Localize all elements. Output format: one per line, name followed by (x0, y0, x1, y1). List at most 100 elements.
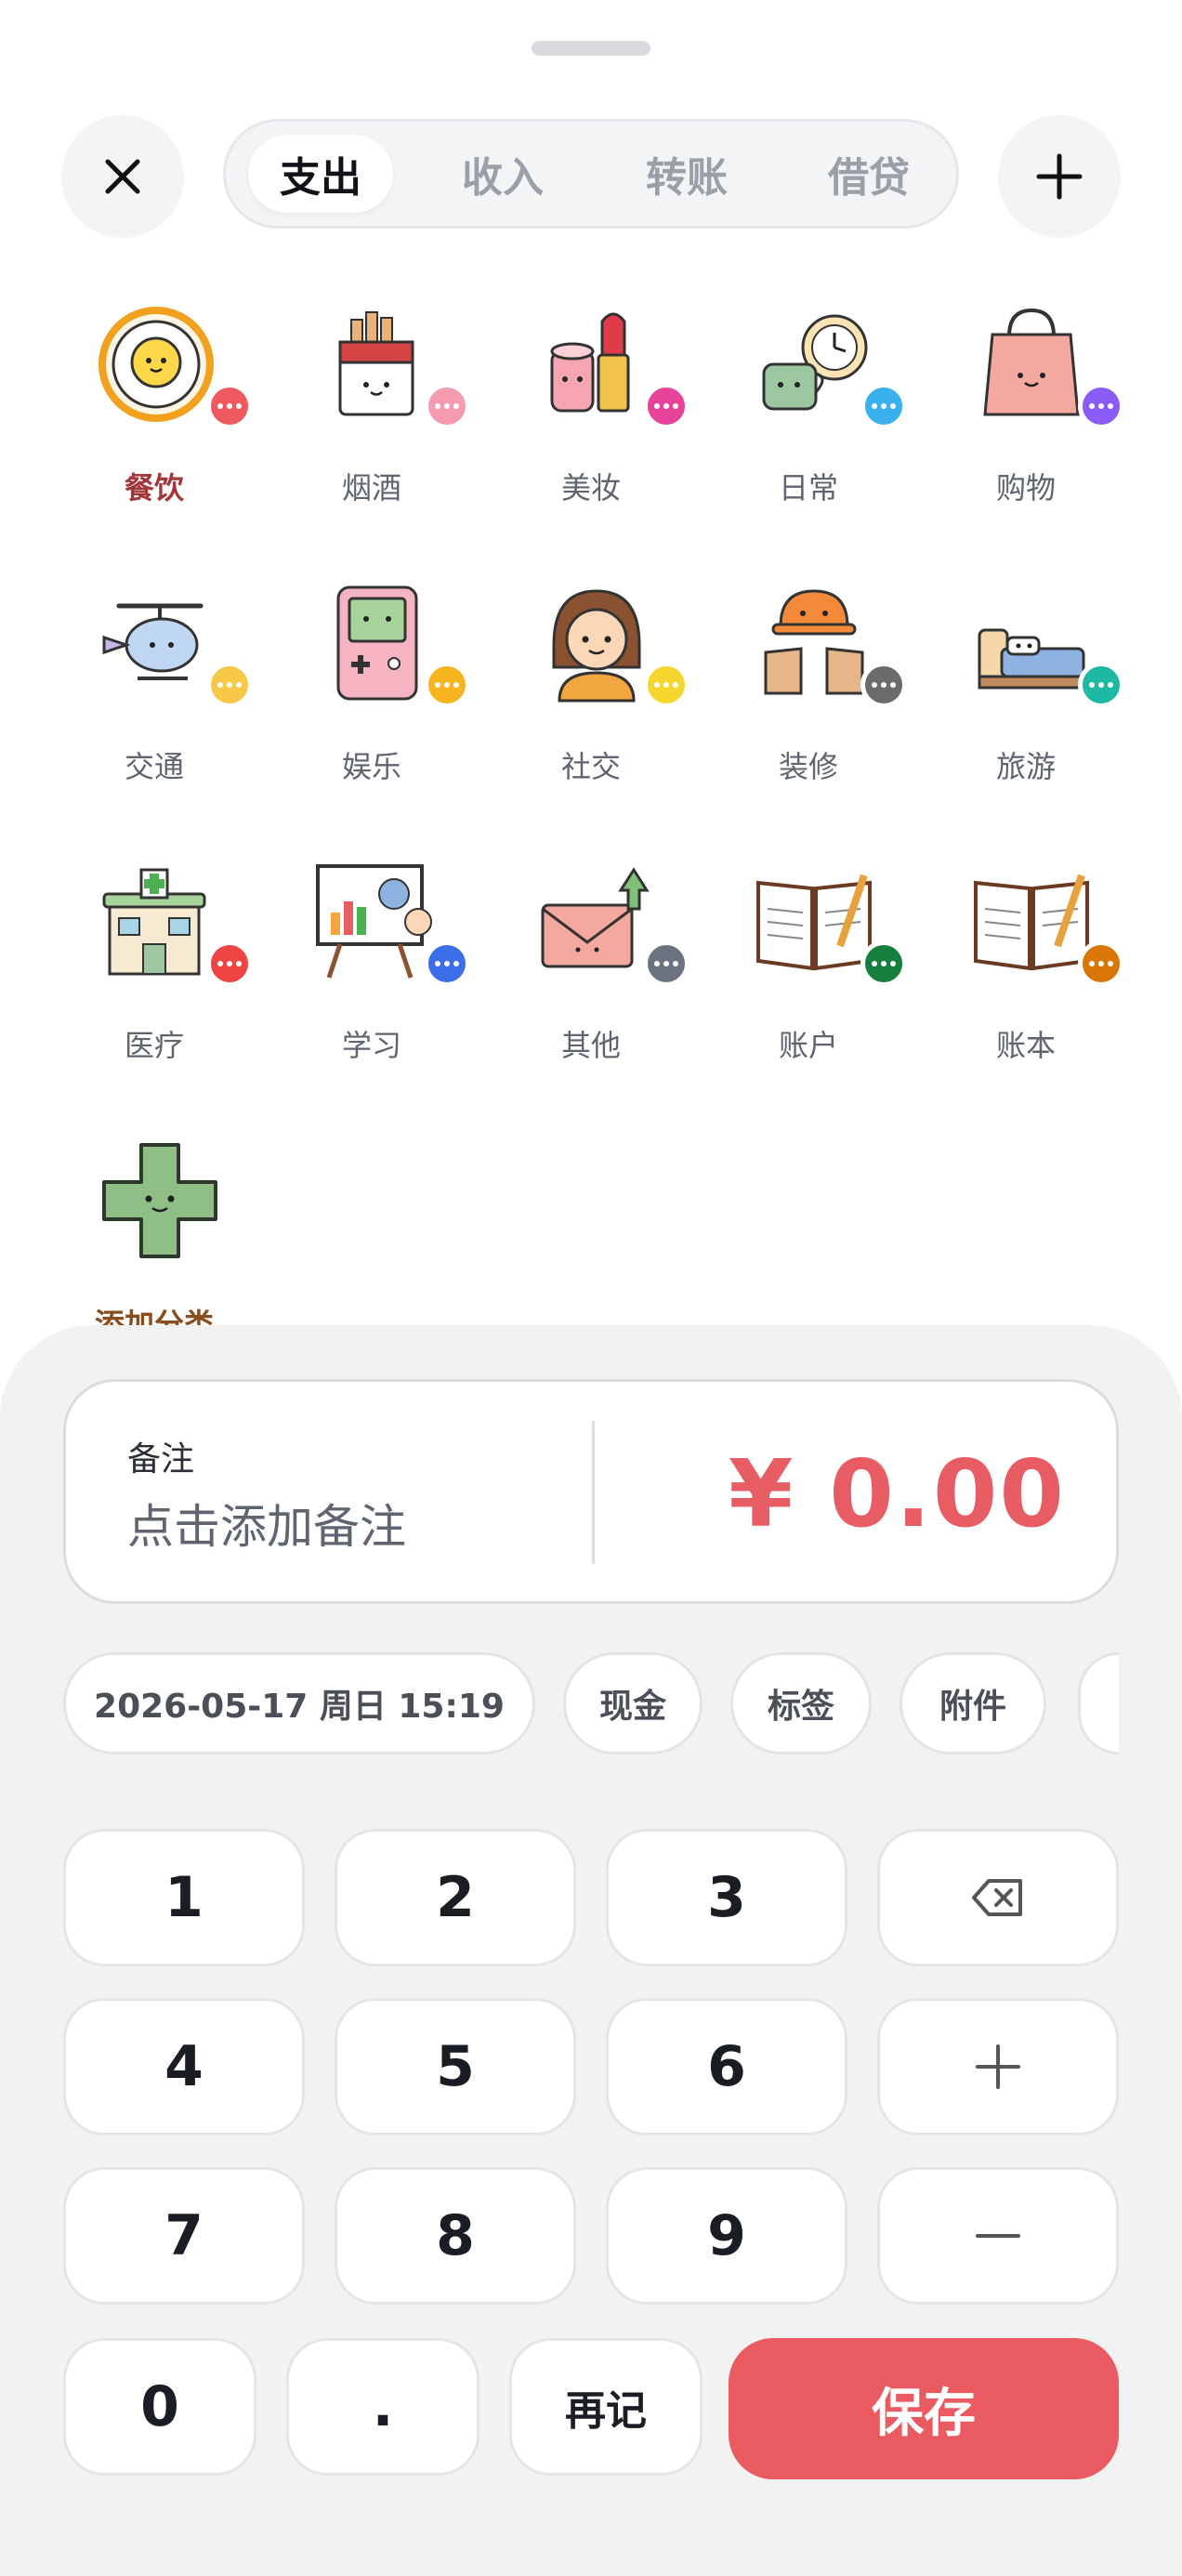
category-transport[interactable]: 交通 (61, 558, 253, 799)
backspace-icon (972, 1879, 1022, 1916)
key-decimal[interactable]: . (286, 2338, 479, 2476)
key-9[interactable]: 9 (606, 2167, 847, 2305)
backspace-key[interactable] (877, 1829, 1119, 1966)
envelope-icon (532, 857, 662, 987)
cigarette-pack-icon (312, 299, 442, 429)
key-5[interactable]: 5 (335, 1998, 576, 2136)
add-button[interactable] (998, 115, 1121, 238)
save-button[interactable]: 保存 (729, 2338, 1119, 2479)
open-ledger-icon (966, 857, 1097, 987)
more-badge[interactable] (860, 383, 907, 429)
tab-expense[interactable]: 支出 (248, 135, 393, 213)
category-medical[interactable]: 医疗 (61, 836, 253, 1078)
category-other[interactable]: 其他 (498, 836, 690, 1078)
attachment-chip[interactable]: 附件 (900, 1652, 1046, 1755)
category-label: 学习 (341, 1028, 401, 1063)
more-badge[interactable] (206, 662, 253, 708)
more-badge[interactable] (643, 383, 690, 429)
more-badge[interactable] (206, 383, 253, 429)
tab-transfer[interactable]: 转账 (614, 135, 759, 213)
person-icon (532, 578, 662, 708)
hospital-icon (95, 857, 225, 987)
plus-icon (1036, 153, 1083, 200)
more-badge[interactable] (1078, 662, 1124, 708)
type-segmented-control: 支出 收入 转账 借贷 (223, 119, 959, 229)
account-chip[interactable]: 现金 (563, 1652, 703, 1755)
category-label: 交通 (124, 749, 184, 784)
category-tobacco-alcohol[interactable]: 烟酒 (279, 279, 470, 520)
tab-income[interactable]: 收入 (430, 135, 575, 213)
record-again-button[interactable]: 再记 (509, 2338, 703, 2476)
more-badge[interactable] (860, 662, 907, 708)
category-label: 餐饮 (124, 470, 184, 506)
category-renovation[interactable]: 装修 (716, 558, 907, 799)
category-account[interactable]: 账户 (716, 836, 907, 1078)
tag-chip[interactable]: 标签 (730, 1652, 872, 1755)
plus-key[interactable] (877, 1998, 1119, 2136)
category-ledger[interactable]: 账本 (933, 836, 1124, 1078)
more-badge[interactable] (206, 940, 253, 987)
close-button[interactable] (61, 115, 184, 238)
key-2[interactable]: 2 (335, 1829, 576, 1966)
category-label: 账户 (778, 1028, 838, 1063)
category-add[interactable]: 添加分类 (61, 1115, 247, 1357)
category-shopping[interactable]: 购物 (933, 279, 1124, 520)
category-study[interactable]: 学习 (279, 836, 470, 1078)
minus-icon (976, 2234, 1020, 2238)
game-console-icon (312, 578, 442, 708)
category-grid: 餐饮 烟酒 美妆 日常 购物 交通 娱乐 社交 装修 旅游 医疗 学习 其他 账… (0, 279, 1182, 1342)
fried-egg-icon (95, 299, 225, 429)
category-label: 其他 (560, 1028, 621, 1063)
bottom-sheet: 支出 收入 转账 借贷 餐饮 烟酒 美妆 日常 购物 交通 娱乐 社交 装修 旅… (0, 0, 1182, 2576)
category-label: 购物 (995, 470, 1056, 506)
category-label: 装修 (778, 749, 838, 784)
category-label: 烟酒 (341, 470, 401, 506)
hotel-bed-icon (966, 578, 1097, 708)
more-badge[interactable] (424, 662, 470, 708)
category-beauty[interactable]: 美妆 (498, 279, 690, 520)
key-3[interactable]: 3 (606, 1829, 847, 1966)
key-0[interactable]: 0 (63, 2338, 256, 2476)
category-label: 美妆 (560, 470, 621, 506)
more-badge[interactable] (643, 662, 690, 708)
date-time-chip[interactable]: 2026-05-17 周日 15:19 (63, 1652, 535, 1755)
sheet-grabber[interactable] (532, 41, 650, 56)
helicopter-icon (95, 578, 225, 708)
key-6[interactable]: 6 (606, 1998, 847, 2136)
more-badge[interactable] (1078, 383, 1124, 429)
close-icon (105, 159, 140, 194)
category-dining[interactable]: 餐饮 (61, 279, 253, 520)
shopping-bag-icon (966, 299, 1097, 429)
divider (592, 1421, 595, 1564)
more-badge[interactable] (424, 383, 470, 429)
minus-key[interactable] (877, 2167, 1119, 2305)
more-badge[interactable] (424, 940, 470, 987)
category-label: 社交 (560, 749, 621, 784)
key-7[interactable]: 7 (63, 2167, 305, 2305)
presentation-board-icon (312, 857, 442, 987)
note-label: 备注 (127, 1440, 195, 1479)
category-label: 医疗 (124, 1028, 184, 1063)
coffee-clock-icon (749, 299, 879, 429)
key-1[interactable]: 1 (63, 1829, 305, 1966)
category-label: 娱乐 (341, 749, 401, 784)
category-label: 旅游 (995, 749, 1056, 784)
more-badge[interactable] (860, 940, 907, 987)
tab-loan[interactable]: 借贷 (796, 135, 941, 213)
key-8[interactable]: 8 (335, 2167, 576, 2305)
helmet-gloves-icon (749, 578, 879, 708)
more-badge[interactable] (643, 940, 690, 987)
amount-display: ¥ 0.00 (728, 1439, 1066, 1548)
more-badge[interactable] (1078, 940, 1124, 987)
category-entertainment[interactable]: 娱乐 (279, 558, 470, 799)
lipstick-icon (532, 299, 662, 429)
category-travel[interactable]: 旅游 (933, 558, 1124, 799)
category-social[interactable]: 社交 (498, 558, 690, 799)
category-label: 日常 (778, 470, 838, 506)
note-amount-card[interactable]: 备注 点击添加备注 ¥ 0.00 (63, 1379, 1119, 1604)
plus-cross-icon (95, 1136, 225, 1266)
plus-icon (976, 2044, 1020, 2089)
note-input[interactable]: 点击添加备注 (127, 1490, 406, 1557)
category-daily[interactable]: 日常 (716, 279, 907, 520)
key-4[interactable]: 4 (63, 1998, 305, 2136)
